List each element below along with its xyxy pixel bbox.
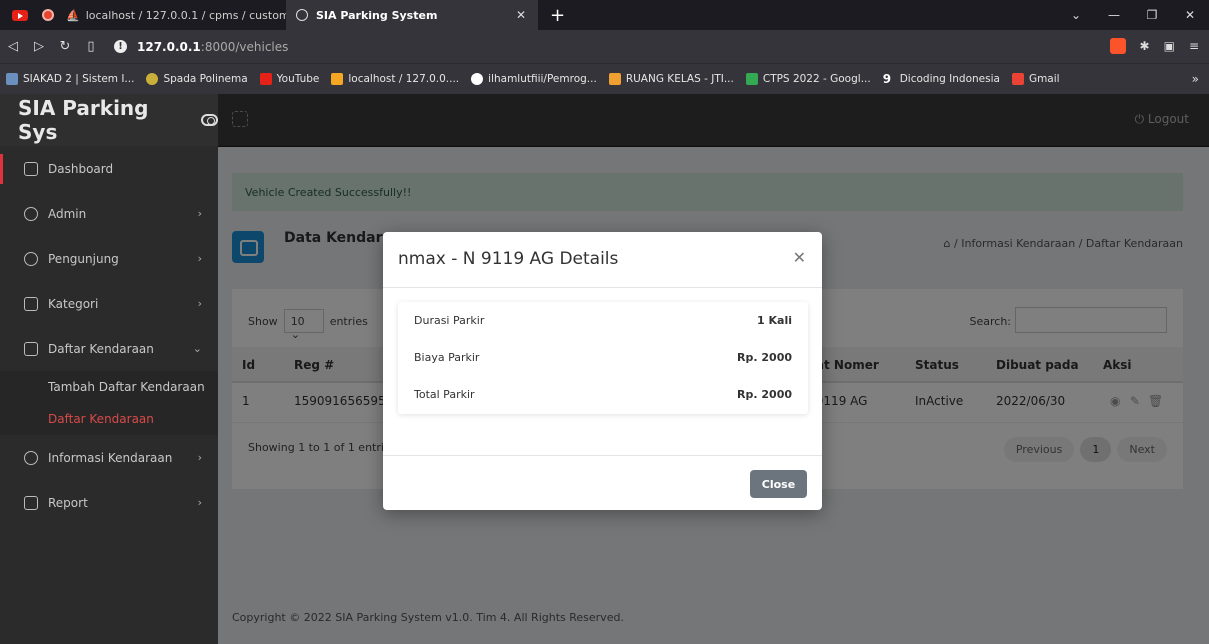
users-icon [24,251,38,266]
sidebar-item-label: Kategori [48,296,99,311]
ruang-kelas-icon [608,73,621,85]
tab-label: SIA Parking System [316,8,438,22]
smile-icon [24,450,38,465]
address-bar[interactable]: ! 127.0.0.1 :8000/vehicles [114,40,288,54]
browser-tab-sia-parking[interactable]: SIA Parking System ✕ [286,0,538,30]
dicoding-icon: 9 [882,72,892,86]
brave-shield-icon[interactable] [1109,38,1126,54]
bookmark-icon[interactable]: ▯ [78,39,104,54]
sidebar-toggle-icon[interactable] [200,114,218,126]
sidebar-item-label: Dashboard [48,161,114,176]
chevron-right-icon: › [197,297,202,310]
record-icon[interactable] [42,9,54,21]
close-tab-icon[interactable]: ✕ [516,8,526,22]
sidebar-item-daftar-kendaraan[interactable]: Daftar Kendaraan ⌄ [0,326,218,371]
sidebar: SIA Parking Sys Dashboard Admin › Pengun… [0,94,218,644]
youtube-icon[interactable] [12,9,28,21]
minimize-icon[interactable]: — [1095,8,1133,22]
details-modal: nmax - N 9119 AG Details ✕ Durasi Parkir… [383,232,822,510]
extensions-icon[interactable]: ✱ [1140,39,1150,53]
chevron-right-icon: › [197,496,202,509]
spada-icon [146,73,159,85]
sidebar-item-admin[interactable]: Admin › [0,191,218,236]
sidebar-item-label: Report [48,495,88,510]
sidebar-item-label: Daftar Kendaraan [48,412,154,426]
browser-tab-phpmyadmin[interactable]: ⛵ localhost / 127.0.0.1 / cpms / custome [54,0,286,30]
sidebar-item-informasi-kendaraan[interactable]: Informasi Kendaraan › [0,435,218,480]
sidebar-item-label: Daftar Kendaraan [48,341,154,356]
bookmark-item[interactable]: ilhamlutfiii/Pemrog... [471,73,597,85]
more-bookmarks-icon[interactable]: » [1192,72,1199,86]
bookmark-item[interactable]: CTPS 2022 - Googl... [745,73,871,85]
user-icon [24,206,38,221]
detail-row-total: Total Parkir Rp. 2000 [414,388,792,401]
new-tab-button[interactable]: + [550,5,565,26]
tab-list-icon[interactable]: ⌄ [1057,8,1095,22]
bookmark-item[interactable]: Gmail [1011,73,1060,85]
truck-icon [24,341,38,356]
modal-title: nmax - N 9119 AG Details [398,249,619,269]
url-path: :8000/vehicles [200,39,289,54]
close-button[interactable]: Close [750,470,807,498]
browser-tab-bar: ⛵ localhost / 127.0.0.1 / cpms / custome… [0,0,1209,30]
detail-row-durasi: Durasi Parkir 1 Kali [414,314,792,327]
sidebar-item-dashboard[interactable]: Dashboard [0,146,218,191]
detail-row-biaya: Biaya Parkir Rp. 2000 [414,351,792,364]
forward-icon[interactable]: ▷ [26,39,52,54]
not-secure-icon[interactable]: ! [114,40,127,53]
wallet-icon[interactable]: ▣ [1164,39,1175,53]
chart-bar-icon [24,161,38,176]
bookmark-item[interactable]: localhost / 127.0.0.... [331,73,459,85]
edit-icon [24,495,38,510]
youtube-icon [259,73,272,85]
phpmyadmin-icon [331,73,344,85]
sidebar-item-label: Tambah Daftar Kendaraan [48,380,205,394]
restore-icon[interactable]: ❐ [1133,8,1171,22]
bookmark-item[interactable]: SIAKAD 2 | Sistem I... [6,73,134,85]
divider [383,455,822,456]
bookmark-item[interactable]: RUANG KELAS - JTI... [608,73,734,85]
sidebar-item-label: Pengunjung [48,251,119,266]
close-window-icon[interactable]: ✕ [1171,8,1209,22]
reload-icon[interactable]: ↻ [52,39,78,54]
chevron-right-icon: › [197,207,202,220]
browser-toolbar: ◁ ▷ ↻ ▯ ! 127.0.0.1 :8000/vehicles ✱ ▣ ≡ [0,30,1209,63]
details-list: Durasi Parkir 1 Kali Biaya Parkir Rp. 20… [398,302,808,414]
window-controls: ⌄ — ❐ ✕ [1057,0,1209,30]
close-icon[interactable]: ✕ [793,248,806,267]
brand-name: SIA Parking Sys [18,96,149,144]
sidebar-subitem-tambah-kendaraan[interactable]: Tambah Daftar Kendaraan [0,371,218,403]
url-host: 127.0.0.1 [137,39,201,54]
sidebar-subitem-daftar-kendaraan[interactable]: Daftar Kendaraan [0,403,218,435]
bookmark-item[interactable]: 9 Dicoding Indonesia [883,73,1000,85]
sidebar-item-pengunjung[interactable]: Pengunjung › [0,236,218,281]
box-icon [24,296,38,311]
sidebar-item-label: Admin [48,206,87,221]
chevron-down-icon: ⌄ [192,342,202,355]
extensions-area: ✱ ▣ ≡ [1109,38,1199,54]
phpmyadmin-icon: ⛵ [66,8,80,22]
sidebar-item-kategori[interactable]: Kategori › [0,281,218,326]
gmail-icon [1011,73,1024,85]
bookmark-item[interactable]: YouTube [259,73,319,85]
divider [383,287,822,288]
chevron-right-icon: › [197,252,202,265]
google-drive-icon [745,73,758,85]
tab-label: localhost / 127.0.0.1 / cpms / custome [85,8,286,22]
bookmarks-bar: SIAKAD 2 | Sistem I... Spada Polinema Yo… [0,63,1209,94]
chevron-right-icon: › [197,451,202,464]
back-icon[interactable]: ◁ [0,39,26,54]
menu-icon[interactable]: ≡ [1189,39,1199,53]
bookmark-item[interactable]: Spada Polinema [146,73,248,85]
brand: SIA Parking Sys [0,94,218,146]
globe-icon [296,9,308,21]
sidebar-item-label: Informasi Kendaraan [48,450,173,465]
github-icon [471,73,484,85]
siakad-icon [6,73,18,85]
sidebar-item-report[interactable]: Report › [0,480,218,525]
